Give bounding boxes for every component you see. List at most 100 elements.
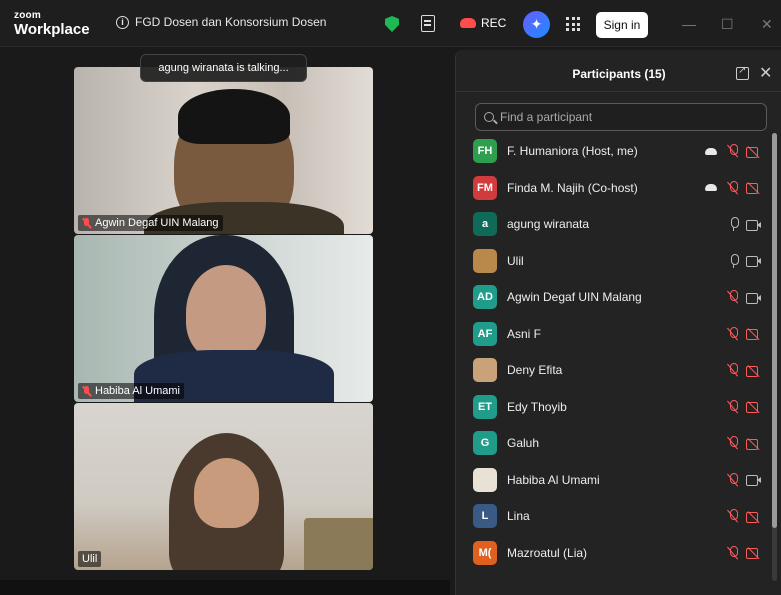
search-input[interactable] bbox=[500, 110, 750, 124]
video-off-icon bbox=[746, 146, 761, 158]
participant-row[interactable]: Deny Efita bbox=[456, 352, 776, 389]
meeting-title: FGD Dosen dan Konsorsium Dosen bbox=[135, 15, 327, 29]
tile-name: Ulil bbox=[82, 553, 98, 565]
video-off-icon bbox=[746, 401, 761, 414]
video-tile[interactable]: Ulil bbox=[74, 403, 373, 570]
participant-name: F. Humaniora (Host, me) bbox=[507, 144, 638, 159]
participant-row[interactable]: G Galuh bbox=[456, 425, 776, 462]
zoom-logo: zoom Workplace bbox=[14, 10, 90, 38]
video-icon bbox=[746, 292, 761, 304]
participant-avatar: ET bbox=[473, 394, 497, 419]
scrollbar[interactable] bbox=[772, 133, 777, 581]
mic-off-icon bbox=[727, 545, 739, 560]
tile-name: Agwin Degaf UIN Malang bbox=[95, 217, 219, 229]
mic-off-icon bbox=[82, 217, 91, 229]
mic-icon bbox=[728, 253, 740, 268]
participant-row[interactable]: AF Asni F bbox=[456, 316, 776, 353]
participant-name: Edy Thoyib bbox=[507, 399, 567, 414]
participant-avatar: M( bbox=[473, 540, 497, 565]
participant-name: Lina bbox=[507, 509, 530, 524]
participant-row[interactable]: FM Finda M. Najih (Co-host) bbox=[456, 170, 776, 207]
participant-name: Habiba Al Umami bbox=[507, 472, 600, 487]
tile-name: Habiba Al Umami bbox=[95, 385, 180, 397]
participant-row[interactable]: ET Edy Thoyib bbox=[456, 389, 776, 426]
participant-avatar bbox=[473, 358, 497, 383]
participant-list: FH F. Humaniora (Host, me) FM Finda M. Naji… bbox=[456, 133, 776, 571]
scrollbar-thumb[interactable] bbox=[772, 133, 777, 528]
mic-off-icon bbox=[727, 399, 739, 414]
close-window-icon[interactable]: ✕ bbox=[761, 16, 773, 33]
mic-off-icon bbox=[727, 509, 739, 523]
sign-in-button[interactable]: Sign in bbox=[596, 12, 648, 38]
ai-companion-icon[interactable]: ✦ bbox=[523, 11, 550, 38]
info-icon[interactable]: i bbox=[116, 15, 129, 29]
participant-row[interactable]: AD Agwin Degaf UIN Malang bbox=[456, 279, 776, 316]
participant-name: Finda M. Najih (Co-host) bbox=[507, 180, 638, 195]
panel-header: Participants (15) ✕ bbox=[456, 50, 781, 92]
participant-avatar: G bbox=[473, 431, 497, 456]
participant-name: Mazroatul (Lia) bbox=[507, 545, 588, 560]
video-off-icon bbox=[746, 328, 761, 341]
tile-name-label: Habiba Al Umami bbox=[78, 383, 184, 399]
participant-name: Galuh bbox=[507, 436, 540, 451]
participant-avatar: FM bbox=[473, 175, 497, 200]
notes-icon[interactable] bbox=[421, 15, 435, 32]
search-icon bbox=[484, 112, 494, 122]
logo-line1: zoom bbox=[14, 10, 41, 21]
video-icon bbox=[746, 474, 761, 487]
video-off-icon bbox=[746, 438, 761, 450]
cloud-record-icon bbox=[705, 147, 717, 155]
participant-name: Asni F bbox=[507, 326, 542, 341]
participants-panel: Participants (15) ✕ FH F. Humaniora (Host… bbox=[455, 50, 781, 595]
participant-row[interactable]: a agung wiranata bbox=[456, 206, 776, 243]
participant-row[interactable]: Habiba Al Umami bbox=[456, 462, 776, 499]
participant-row[interactable]: FH F. Humaniora (Host, me) bbox=[456, 133, 776, 170]
video-off-icon bbox=[746, 547, 761, 560]
cloud-record-icon bbox=[460, 18, 476, 28]
video-icon bbox=[746, 255, 761, 268]
participant-row[interactable]: L Lina bbox=[456, 498, 776, 535]
participant-avatar: AD bbox=[473, 285, 497, 310]
participant-avatar: FH bbox=[473, 139, 497, 164]
close-icon[interactable]: ✕ bbox=[759, 63, 772, 83]
mic-off-icon bbox=[727, 290, 739, 304]
video-off-icon bbox=[746, 511, 761, 523]
mic-off-icon bbox=[727, 144, 739, 158]
participant-avatar bbox=[473, 248, 497, 273]
rec-button[interactable]: REC bbox=[460, 16, 506, 30]
mic-off-icon bbox=[727, 326, 739, 341]
meeting-info[interactable]: i FGD Dosen dan Konsorsium Dosen bbox=[116, 15, 326, 29]
tile-name-label: Agwin Degaf UIN Malang bbox=[78, 215, 223, 231]
maximize-icon[interactable]: ☐ bbox=[721, 16, 734, 33]
title-bar: zoom Workplace i FGD Dosen dan Konsorsiu… bbox=[0, 0, 781, 47]
video-off-icon bbox=[746, 365, 761, 377]
participant-avatar: L bbox=[473, 504, 497, 529]
participant-avatar: AF bbox=[473, 321, 497, 346]
popout-icon[interactable] bbox=[736, 65, 749, 80]
participant-avatar: a bbox=[473, 212, 497, 237]
participant-row[interactable]: M( Mazroatul (Lia) bbox=[456, 535, 776, 572]
participant-name: Ulil bbox=[507, 253, 524, 268]
video-tile[interactable]: Agwin Degaf UIN Malang bbox=[74, 67, 373, 234]
participant-name: Deny Efita bbox=[507, 363, 563, 378]
minimize-icon[interactable]: — bbox=[682, 16, 696, 32]
participant-row[interactable]: Ulil bbox=[456, 243, 776, 280]
mic-off-icon bbox=[727, 472, 739, 487]
video-tile[interactable]: Habiba Al Umami bbox=[74, 235, 373, 402]
video-icon bbox=[746, 219, 761, 231]
participant-search[interactable] bbox=[475, 103, 767, 131]
talking-banner: agung wiranata is talking... bbox=[140, 54, 307, 82]
participant-name: agung wiranata bbox=[507, 217, 590, 232]
participant-name: Agwin Degaf UIN Malang bbox=[507, 290, 642, 305]
mic-icon bbox=[728, 217, 740, 232]
video-off-icon bbox=[746, 182, 761, 195]
shield-icon[interactable] bbox=[385, 16, 399, 32]
apps-grid-icon[interactable] bbox=[566, 17, 580, 31]
logo-line2: Workplace bbox=[14, 21, 90, 38]
participants-title: Participants (15) bbox=[572, 67, 666, 81]
tile-name-label: Ulil bbox=[78, 551, 102, 567]
video-gallery: agung wiranata is talking... Agwin Degaf… bbox=[0, 47, 450, 595]
mic-off-icon bbox=[82, 385, 91, 397]
mic-off-icon bbox=[727, 180, 739, 195]
mic-off-icon bbox=[727, 363, 739, 377]
